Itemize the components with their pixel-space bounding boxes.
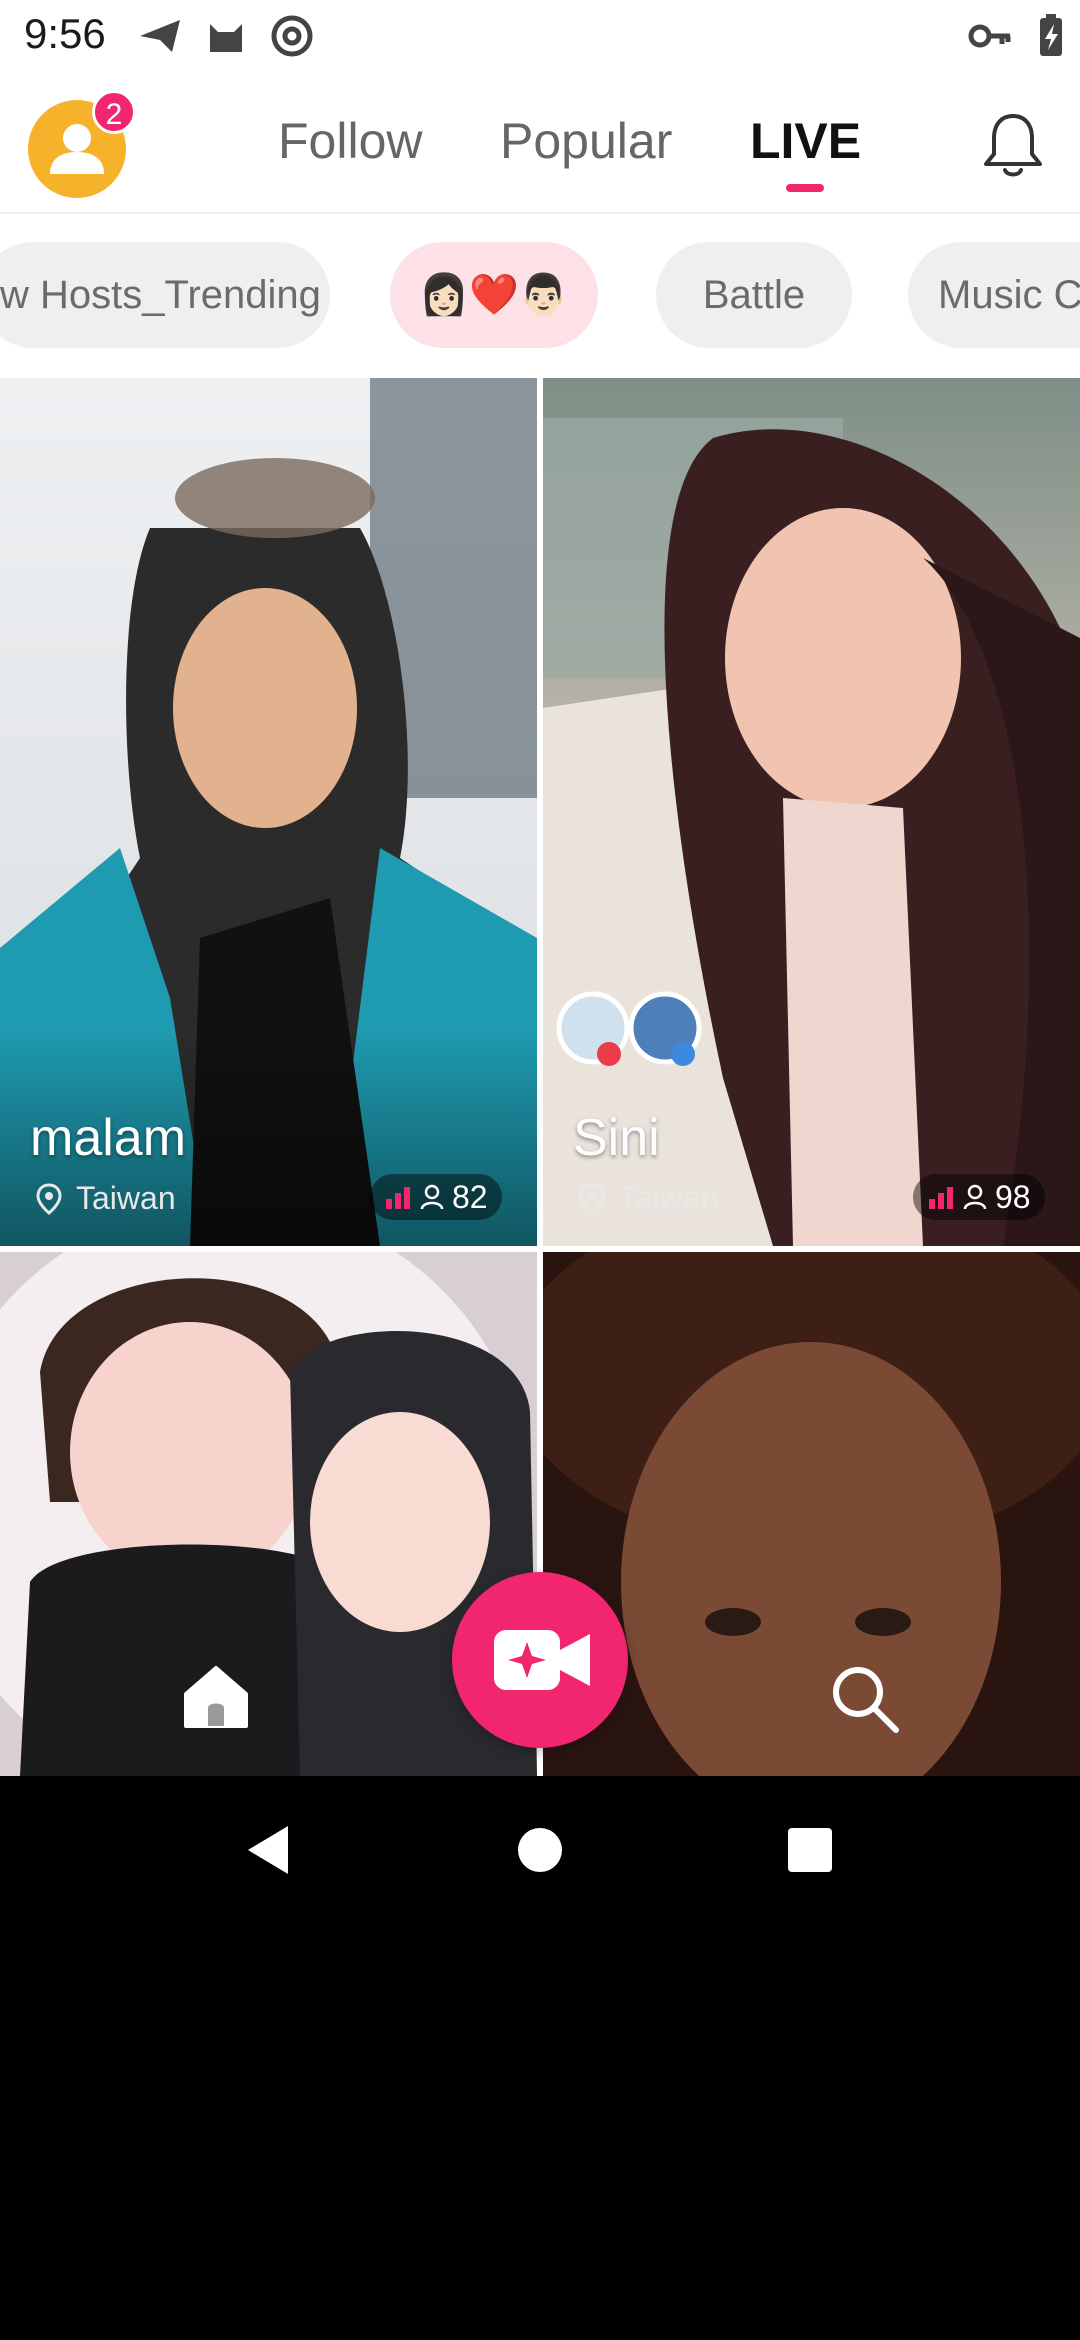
stream-card[interactable]: Sini Taiwan 98	[543, 378, 1080, 1246]
location-label: Taiwan	[619, 1180, 719, 1216]
chip-music[interactable]: Music C	[908, 242, 1080, 348]
tab-follow[interactable]: Follow	[278, 112, 422, 170]
chip-hosts-trending[interactable]: w Hosts_Trending	[0, 242, 330, 348]
signal-bars-icon	[929, 1187, 953, 1209]
recents-icon[interactable]	[780, 1820, 840, 1880]
location-label: Taiwan	[76, 1180, 176, 1216]
bell-icon[interactable]	[976, 108, 1050, 182]
chip-label: w Hosts_Trending	[0, 273, 321, 317]
cat-icon	[210, 24, 242, 52]
go-live-button[interactable]	[452, 1572, 628, 1748]
chip-battle[interactable]: Battle	[656, 242, 852, 348]
person-icon	[420, 1184, 444, 1210]
chip-label: Music C	[938, 273, 1080, 317]
system-navigation-bar	[0, 1776, 1080, 1922]
chip-label: 👩🏻❤️👨🏻	[419, 273, 569, 317]
location-pin-icon	[36, 1182, 62, 1215]
status-time: 9:56	[24, 10, 106, 57]
home-icon[interactable]	[180, 1660, 252, 1732]
viewer-count-badge: 98	[913, 1174, 1045, 1220]
key-icon	[968, 24, 1011, 48]
viewer-count: 82	[452, 1178, 488, 1215]
viewer-count: 98	[995, 1178, 1031, 1215]
signal-bars-icon	[386, 1187, 410, 1209]
active-tab-indicator	[786, 184, 824, 192]
host-location: Taiwan	[36, 1180, 176, 1217]
notification-count-badge: 2	[92, 90, 136, 134]
app-screen: 9:56 2 Follow Popular LIVE w Hosts_Trend…	[0, 0, 1080, 1776]
top-header: 2 Follow Popular LIVE	[0, 72, 1080, 214]
host-name: malam	[30, 1109, 187, 1167]
category-chips: w Hosts_Trending 👩🏻❤️👨🏻 Battle Music C	[0, 242, 1080, 348]
stream-card[interactable]: malam Taiwan 82	[0, 378, 537, 1246]
tab-popular[interactable]: Popular	[500, 112, 672, 170]
person-icon	[963, 1184, 987, 1210]
viewer-count-badge: 82	[370, 1174, 502, 1220]
at-icon	[271, 15, 313, 57]
status-bar: 9:56	[0, 0, 1080, 72]
chip-label: Battle	[702, 273, 806, 317]
tab-live[interactable]: LIVE	[750, 112, 861, 170]
location-pin-icon	[579, 1182, 605, 1215]
host-name: Sini	[573, 1109, 660, 1167]
search-icon[interactable]	[826, 1660, 902, 1736]
back-icon[interactable]	[240, 1820, 300, 1880]
live-camera-icon	[494, 1630, 590, 1690]
host-location: Taiwan	[579, 1180, 719, 1217]
send-icon	[140, 20, 180, 52]
home-circle-icon[interactable]	[510, 1820, 570, 1880]
battery-charging-icon	[1040, 14, 1062, 56]
chip-couple[interactable]: 👩🏻❤️👨🏻	[390, 242, 598, 348]
